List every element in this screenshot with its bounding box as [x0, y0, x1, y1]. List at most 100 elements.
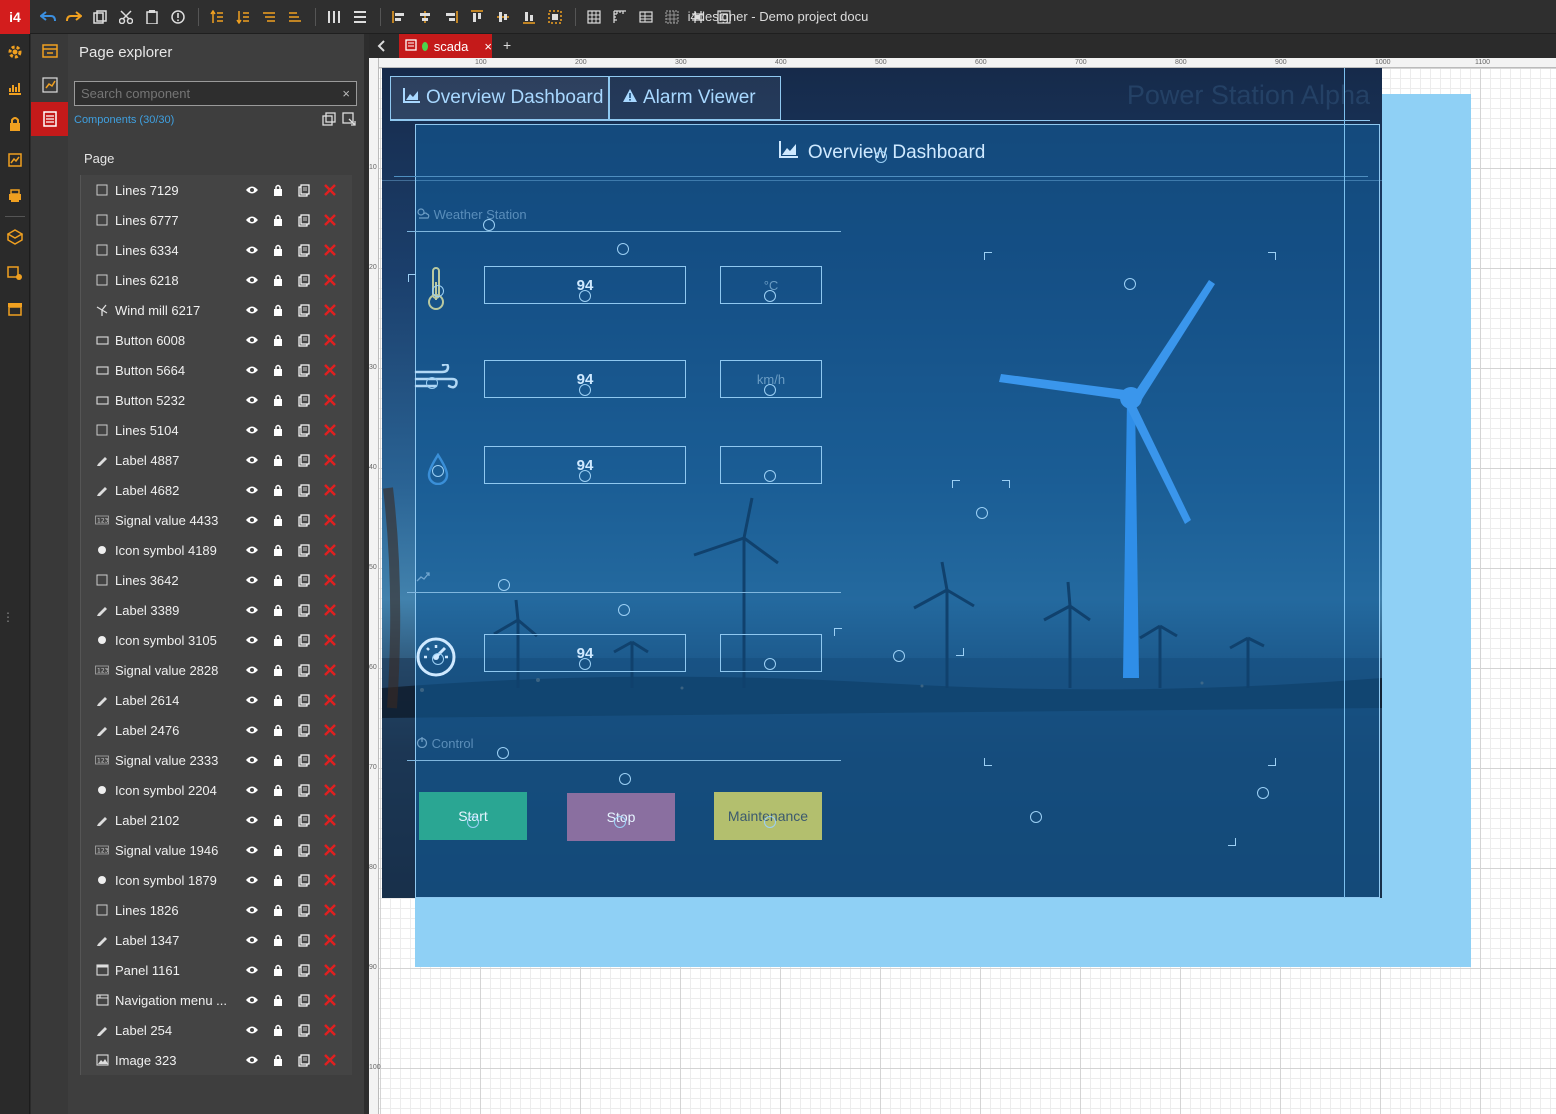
- resize-handle[interactable]: [764, 816, 776, 828]
- visibility-eye-icon[interactable]: [245, 663, 259, 677]
- copy-icon[interactable]: [297, 393, 311, 407]
- tree-row[interactable]: Label 3389: [81, 595, 352, 625]
- delete-icon[interactable]: [323, 543, 337, 557]
- tree-row[interactable]: Lines 7129: [81, 175, 352, 205]
- undo-icon[interactable]: [38, 7, 58, 27]
- lock-icon[interactable]: [271, 663, 285, 677]
- resize-handle[interactable]: [467, 816, 479, 828]
- tree-row[interactable]: 123 Signal value 1946: [81, 835, 352, 865]
- paste-icon[interactable]: [142, 7, 162, 27]
- copy-icon[interactable]: [297, 993, 311, 1007]
- resize-handle[interactable]: [579, 290, 591, 302]
- fit-icon[interactable]: [714, 7, 734, 27]
- lock-icon[interactable]: [271, 873, 285, 887]
- lock-icon[interactable]: [271, 963, 285, 977]
- lock-icon[interactable]: [271, 453, 285, 467]
- resize-handle[interactable]: [432, 465, 444, 477]
- tree-row[interactable]: Label 2476: [81, 715, 352, 745]
- visibility-eye-icon[interactable]: [245, 213, 259, 227]
- delete-icon[interactable]: [323, 303, 337, 317]
- visibility-eye-icon[interactable]: [245, 453, 259, 467]
- drag-handle-icon[interactable]: ⋮: [2, 610, 14, 624]
- tree-row[interactable]: Navigation menu ...: [81, 985, 352, 1015]
- resize-handle[interactable]: [432, 285, 444, 297]
- copy-icon[interactable]: [297, 663, 311, 677]
- tree-row[interactable]: Icon symbol 4189: [81, 535, 352, 565]
- copy-icon[interactable]: [297, 753, 311, 767]
- copy-icon[interactable]: [297, 423, 311, 437]
- visibility-eye-icon[interactable]: [245, 933, 259, 947]
- copy-icon[interactable]: [297, 933, 311, 947]
- tree-row[interactable]: Lines 3642: [81, 565, 352, 595]
- tree-row[interactable]: Label 1347: [81, 925, 352, 955]
- visibility-eye-icon[interactable]: [245, 843, 259, 857]
- collapse-panel-icon[interactable]: [369, 34, 393, 58]
- delete-icon[interactable]: [323, 963, 337, 977]
- delete-icon[interactable]: [323, 933, 337, 947]
- nav-overview-dashboard[interactable]: Overview Dashboard: [390, 76, 609, 120]
- align-center-icon[interactable]: [415, 7, 435, 27]
- lock-icon[interactable]: [271, 333, 285, 347]
- distribute-h-icon[interactable]: [324, 7, 344, 27]
- tab-scada[interactable]: scada ×: [399, 34, 492, 58]
- lock-icon[interactable]: [271, 633, 285, 647]
- copy-icon[interactable]: [297, 453, 311, 467]
- nav-alarm-viewer[interactable]: Alarm Viewer: [609, 76, 781, 120]
- lock-icon[interactable]: [271, 933, 285, 947]
- tree-row[interactable]: Lines 6218: [81, 265, 352, 295]
- page-explorer-icon[interactable]: [31, 102, 68, 136]
- tree-row[interactable]: Label 4682: [81, 475, 352, 505]
- snap-icon[interactable]: [662, 7, 682, 27]
- forward-icon[interactable]: [259, 7, 279, 27]
- resize-handle[interactable]: [497, 747, 509, 759]
- bring-front-icon[interactable]: [207, 7, 227, 27]
- copy-icon[interactable]: [297, 1053, 311, 1067]
- tree-row[interactable]: Lines 1826: [81, 895, 352, 925]
- component-settings-icon[interactable]: [0, 255, 30, 291]
- delete-icon[interactable]: [323, 663, 337, 677]
- group-icon[interactable]: [545, 7, 565, 27]
- tree-row[interactable]: Button 5664: [81, 355, 352, 385]
- send-back-icon[interactable]: [233, 7, 253, 27]
- delete-icon[interactable]: [323, 1023, 337, 1037]
- visibility-eye-icon[interactable]: [245, 813, 259, 827]
- visibility-eye-icon[interactable]: [245, 873, 259, 887]
- chart-icon[interactable]: [0, 70, 30, 106]
- center-icon[interactable]: [688, 7, 708, 27]
- align-left-icon[interactable]: [389, 7, 409, 27]
- visibility-eye-icon[interactable]: [245, 963, 259, 977]
- delete-icon[interactable]: [323, 423, 337, 437]
- visibility-eye-icon[interactable]: [245, 903, 259, 917]
- lock-icon[interactable]: [271, 243, 285, 257]
- copy-icon[interactable]: [297, 513, 311, 527]
- delete-icon[interactable]: [323, 753, 337, 767]
- resize-handle[interactable]: [618, 604, 630, 616]
- lock-icon[interactable]: [271, 813, 285, 827]
- visibility-eye-icon[interactable]: [245, 483, 259, 497]
- resize-handle[interactable]: [1030, 811, 1042, 823]
- resize-handle[interactable]: [875, 151, 887, 163]
- archive-icon[interactable]: [0, 291, 30, 327]
- delete-icon[interactable]: [323, 483, 337, 497]
- tree-row[interactable]: Label 2102: [81, 805, 352, 835]
- visibility-eye-icon[interactable]: [245, 183, 259, 197]
- lock-icon[interactable]: [0, 106, 30, 142]
- visibility-eye-icon[interactable]: [245, 1023, 259, 1037]
- clear-search-icon[interactable]: ×: [342, 86, 350, 101]
- lock-icon[interactable]: [271, 603, 285, 617]
- backward-icon[interactable]: [285, 7, 305, 27]
- visibility-eye-icon[interactable]: [245, 603, 259, 617]
- lock-icon[interactable]: [271, 303, 285, 317]
- copy-icon[interactable]: [297, 783, 311, 797]
- visibility-eye-icon[interactable]: [245, 333, 259, 347]
- delete-icon[interactable]: [323, 243, 337, 257]
- dashboard-icon[interactable]: [31, 68, 68, 102]
- resize-handle[interactable]: [614, 816, 626, 828]
- delete-icon[interactable]: [323, 1053, 337, 1067]
- copy-icon[interactable]: [297, 213, 311, 227]
- tree-row[interactable]: Button 5232: [81, 385, 352, 415]
- visibility-eye-icon[interactable]: [245, 573, 259, 587]
- lock-icon[interactable]: [271, 423, 285, 437]
- delete-icon[interactable]: [323, 873, 337, 887]
- package-icon[interactable]: [0, 219, 30, 255]
